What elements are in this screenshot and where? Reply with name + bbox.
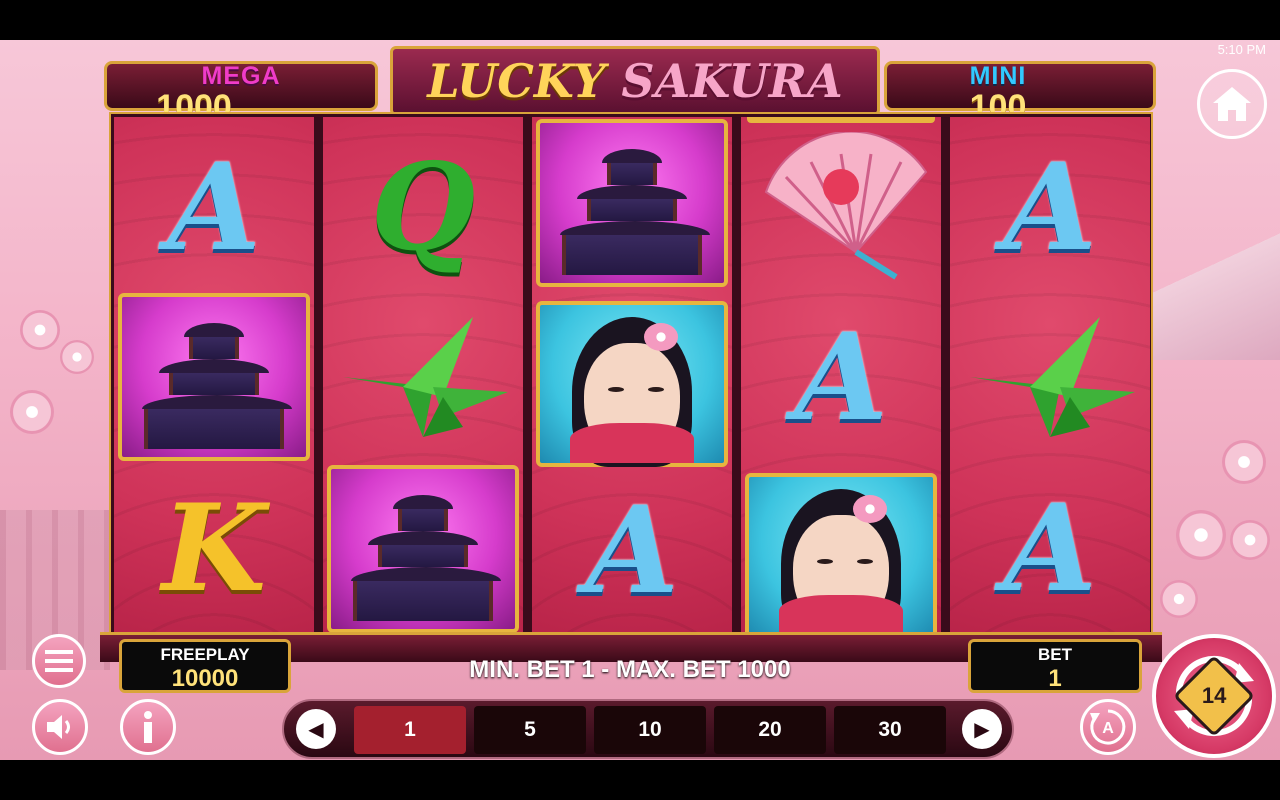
autoplay-icon: A [1090,709,1126,745]
bet-selector: ◀ 1 5 10 20 30 ▶ [282,699,1014,759]
symbol-pagoda [118,293,310,461]
bet-option[interactable]: 20 [714,706,826,754]
symbol-geisha [745,473,937,633]
bet-next-button[interactable]: ▶ [962,709,1002,749]
bet-option[interactable]: 10 [594,706,706,754]
symbol-pagoda [536,119,728,287]
symbol-a: A [1003,477,1097,619]
symbol-q: Q [370,136,476,278]
svg-text:A: A [1102,720,1114,737]
reel-3: A [532,117,732,633]
bet-option[interactable]: 1 [354,706,466,754]
origami-crane-icon [343,317,508,437]
reel-2: Q [323,117,523,633]
bet-limits-text: MIN. BET 1 - MAX. BET 1000 [469,656,791,683]
symbol-a: A [167,136,261,278]
reel-1: A K [114,117,314,633]
bet-label: BET [1038,645,1072,664]
info-icon [144,711,152,743]
bet-option[interactable]: 5 [474,706,586,754]
reel-5: A A [950,117,1150,633]
mini-jackpot-label: MINI [969,62,1027,90]
autoplay-button[interactable]: A [1080,699,1136,755]
menu-button[interactable] [32,634,86,688]
home-button[interactable] [1197,69,1267,139]
bet-value: 1 [1048,665,1062,692]
symbol-a: A [794,306,888,448]
symbol-k: K [161,477,267,619]
cherry-blossom-decoration [60,340,94,374]
game-logo: LUCKY SAKURA [390,46,880,116]
cherry-blossom-decoration [1176,510,1226,560]
pagoda-icon [351,495,501,621]
reel-4: A [741,117,941,633]
origami-crane-icon [970,317,1135,437]
mini-jackpot-panel: MINI 100 [884,61,1156,126]
freeplay-label: FREEPLAY [160,645,250,664]
folding-fan-icon [764,132,928,280]
speaker-icon [47,715,70,739]
cherry-blossom-decoration [1230,520,1270,560]
symbol-crane [323,293,523,461]
spin-button[interactable]: 14 [1152,634,1276,758]
cherry-blossom-decoration [10,390,54,434]
chevron-right-icon: ▶ [974,718,990,741]
mega-jackpot-panel: MEGA 1000 [104,61,378,126]
symbol-geisha [536,301,728,467]
symbol-a: A [1003,136,1097,278]
cherry-blossom-decoration [1222,440,1266,484]
symbol-fan [741,127,941,287]
info-button[interactable] [120,699,176,755]
home-icon [1213,87,1251,121]
pagoda-icon [560,149,710,275]
freeplay-panel: FREEPLAY 10000 [119,639,291,693]
hamburger-menu-icon [45,650,73,672]
mega-jackpot-label: MEGA [201,62,281,90]
game-viewport: 5:10 PM MEGA 1000 LUCKY SAKURA MINI 100 … [0,40,1280,760]
bet-prev-button[interactable]: ◀ [296,709,336,749]
logo-word-lucky: LUCKY [427,54,606,108]
bet-option[interactable]: 30 [834,706,946,754]
bet-panel: BET 1 [968,639,1142,693]
status-time: 5:10 PM [1217,42,1266,57]
sound-button[interactable] [32,699,88,755]
cherry-blossom-decoration [20,310,60,350]
logo-word-sakura: SAKURA [621,54,843,108]
pagoda-icon [142,323,292,449]
symbol-a: A [585,479,679,621]
freeplay-value: 10000 [171,665,239,692]
chevron-left-icon: ◀ [308,718,324,741]
reels-area: A K Q A A A A [109,112,1153,636]
symbol-pagoda [327,465,519,633]
symbol-crane [950,293,1150,461]
cherry-blossom-decoration [1160,580,1198,618]
